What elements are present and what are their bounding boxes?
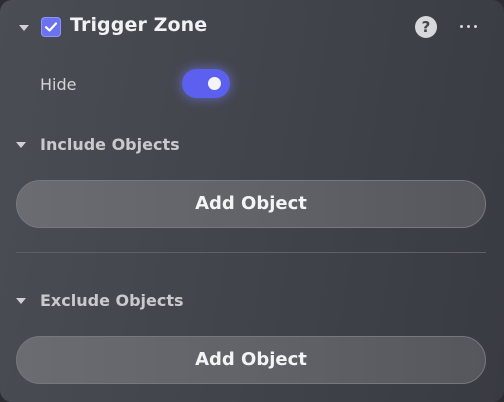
toggle-knob — [208, 77, 221, 90]
exclude-collapse-caret-icon[interactable] — [16, 298, 26, 304]
trigger-zone-panel: Trigger Zone ? Hide Include Objects Add … — [0, 0, 504, 402]
enabled-checkbox[interactable] — [41, 17, 61, 37]
collapse-caret-icon[interactable] — [19, 25, 29, 31]
section-divider — [16, 252, 486, 253]
help-icon[interactable]: ? — [415, 16, 437, 38]
exclude-objects-title: Exclude Objects — [40, 291, 184, 310]
hide-label: Hide — [40, 75, 77, 94]
panel-header: Trigger Zone ? — [0, 0, 504, 56]
checkmark-icon — [44, 22, 58, 32]
exclude-add-object-button[interactable]: Add Object — [16, 336, 486, 384]
include-collapse-caret-icon[interactable] — [16, 142, 26, 148]
hide-toggle[interactable] — [182, 69, 230, 98]
panel-title: Trigger Zone — [70, 14, 208, 36]
more-options-icon[interactable] — [460, 25, 478, 29]
include-add-object-button[interactable]: Add Object — [16, 180, 486, 228]
include-objects-title: Include Objects — [40, 135, 180, 154]
